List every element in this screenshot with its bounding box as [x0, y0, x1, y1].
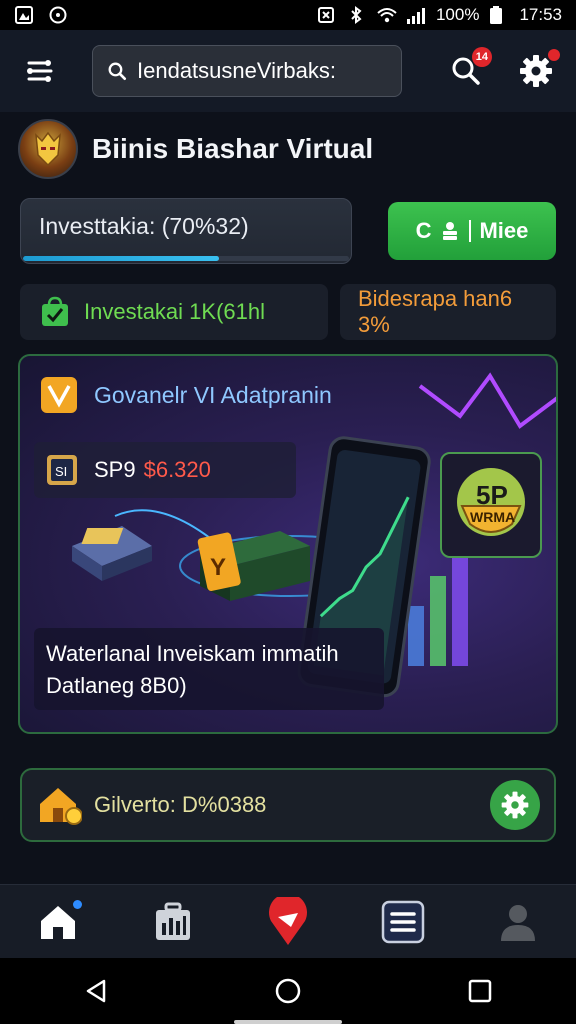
home-circle-icon	[275, 978, 301, 1004]
nav-portfolio[interactable]	[143, 892, 203, 952]
investment-progress-card[interactable]: Investtakia: (70%32)	[20, 198, 352, 264]
avatar[interactable]	[18, 119, 78, 179]
caption-line-1: Waterlanal Inveiskam immatih	[46, 641, 339, 666]
system-back-button[interactable]	[66, 961, 126, 1021]
price-panel: SI SP9 $6.320	[34, 442, 296, 498]
battery-icon	[489, 5, 509, 25]
settings-badge	[548, 49, 560, 61]
progress-fill	[23, 256, 219, 261]
search-button[interactable]: 14	[444, 47, 492, 93]
search-bar[interactable]	[92, 45, 402, 97]
profile-row[interactable]: Biinis Biashar Virtual	[18, 118, 558, 180]
user-stack-icon	[443, 222, 458, 240]
cta-divider	[469, 220, 472, 242]
stat-investment[interactable]: Investakai 1K(61hl	[20, 284, 328, 340]
feature-caption: Waterlanal Inveiskam immatih Datlaneg 8B…	[34, 628, 384, 710]
gallery-icon	[14, 5, 34, 25]
profile-name: Biinis Biashar Virtual	[92, 133, 374, 164]
cta-button[interactable]: C Miee	[388, 202, 556, 260]
shopping-bag-check-icon	[42, 296, 68, 326]
stat-return-label: Bidesrapa han6 3%	[358, 286, 513, 337]
briefcase-chart-icon	[155, 902, 190, 940]
balance-card[interactable]: Gilverto: D%0388	[20, 768, 556, 842]
nav-list[interactable]	[373, 892, 433, 952]
nav-profile[interactable]	[488, 892, 548, 952]
gear-icon	[501, 791, 529, 819]
stat-return[interactable]: Bidesrapa han6 3%	[340, 284, 556, 340]
badge-top-text: 5P	[476, 480, 508, 510]
system-recents-button[interactable]	[450, 961, 510, 1021]
back-triangle-icon	[86, 979, 106, 1003]
menu-button[interactable]	[18, 49, 62, 93]
home-indicator	[234, 1020, 342, 1024]
svg-text:Y: Y	[210, 554, 226, 581]
settings-button[interactable]	[514, 49, 560, 93]
status-bar: 100% 17:53	[0, 0, 576, 30]
search-input[interactable]	[137, 58, 387, 84]
caption-line-2: Datlaneg 8B0)	[46, 673, 187, 698]
badge-bottom-text: WRMA	[470, 509, 515, 525]
house-coin-icon	[40, 788, 82, 825]
balance-label: Gilverto: D%0388	[94, 792, 267, 817]
nav-center-action[interactable]	[258, 892, 318, 952]
mask-avatar-icon	[35, 131, 61, 167]
nav-home[interactable]	[28, 892, 88, 952]
location-pin-icon	[269, 896, 307, 945]
price-ticker: SP9	[94, 457, 136, 482]
cta-label: Miee	[479, 218, 529, 243]
nfc-icon	[316, 5, 336, 25]
home-icon	[40, 905, 75, 939]
signal-icon	[406, 5, 426, 25]
investment-label: Investtakia: (70%32)	[39, 213, 249, 239]
sync-icon	[48, 5, 68, 25]
chart-tile-icon: SI	[47, 455, 77, 485]
feature-header: Govanelr VI Adatpranin	[40, 376, 332, 414]
price-value: $6.320	[143, 457, 211, 482]
system-nav	[0, 958, 576, 1024]
notification-badge: 14	[471, 47, 492, 67]
svg-text:SI: SI	[55, 464, 67, 479]
feature-title: Govanelr VI Adatpranin	[94, 381, 332, 408]
shield-badge-icon: 5P WRMA	[457, 468, 525, 536]
app-header: 14	[0, 30, 576, 112]
wifi-icon	[376, 5, 397, 25]
system-home-button[interactable]	[258, 961, 318, 1021]
home-dot-badge	[72, 899, 82, 909]
rating-badge[interactable]: 5P WRMA	[440, 452, 542, 558]
search-icon	[108, 62, 127, 81]
recents-square-icon	[468, 979, 492, 1003]
progress-track	[23, 256, 349, 261]
list-icon	[381, 900, 425, 943]
folder-cursor-icon	[41, 377, 77, 413]
feature-card[interactable]: Y Govanelr VI Adatpranin SI SP9 $6.320 5…	[18, 354, 558, 734]
stat-investment-label: Investakai 1K(61hl	[84, 299, 265, 324]
clock: 17:53	[519, 5, 562, 24]
bottom-nav	[0, 884, 576, 958]
menu-icon	[27, 60, 53, 82]
cta-prefix-icon: C	[415, 218, 432, 243]
balance-settings-button[interactable]	[490, 780, 540, 830]
bluetooth-icon	[346, 5, 366, 25]
battery-percent: 100%	[435, 5, 480, 24]
user-icon	[501, 904, 536, 941]
